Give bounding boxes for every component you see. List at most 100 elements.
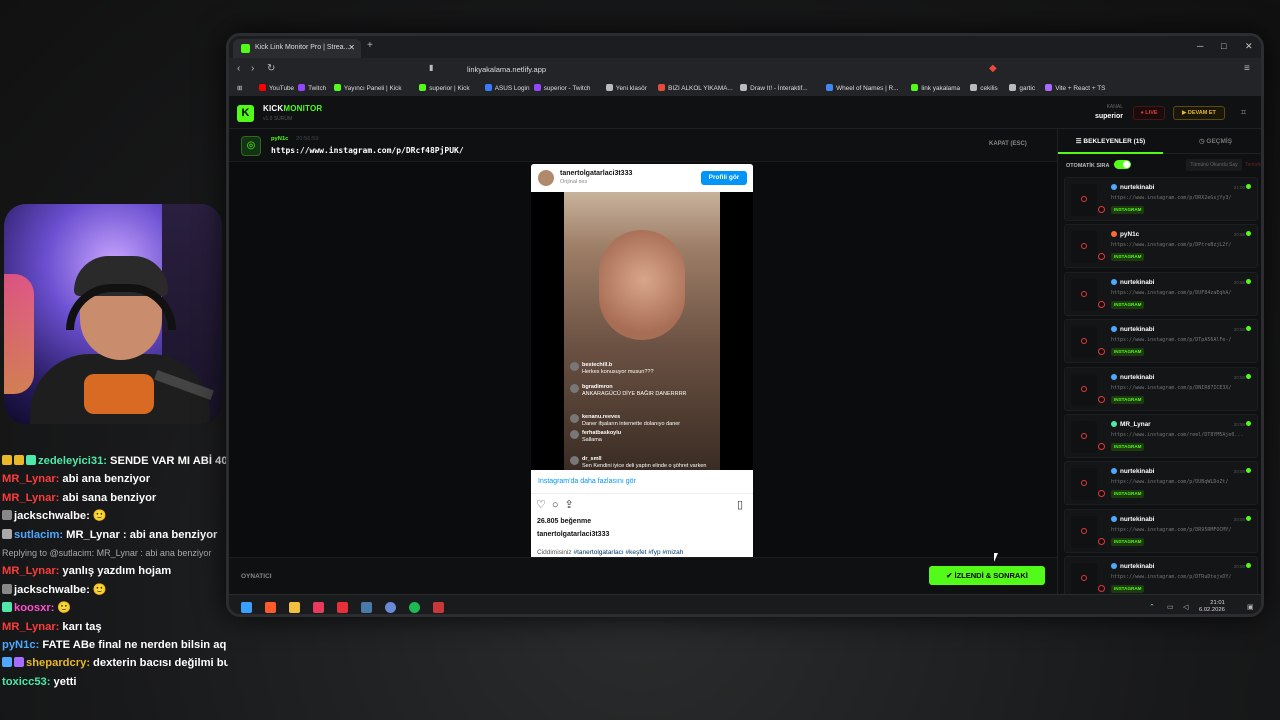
tab-history[interactable]: ◷ GEÇMİŞ [1163, 129, 1261, 154]
queue-item[interactable]: nurtekinabi 20:58 https://www.instagram.co… [1064, 271, 1258, 316]
forward-icon[interactable]: › [251, 63, 254, 74]
chat-username[interactable]: koosxr: [14, 602, 54, 614]
post-username[interactable]: tanertolgatarlaci3t333 [560, 170, 632, 177]
minimize-icon[interactable]: ─ [1197, 41, 1203, 51]
view-profile-button[interactable]: Profili gör [701, 171, 747, 185]
chat-username[interactable]: zedeleyici31: [38, 455, 107, 467]
windows-start-icon[interactable] [241, 602, 252, 613]
notification-icon[interactable]: ▣ [1247, 603, 1254, 611]
brave-icon[interactable] [265, 602, 276, 613]
chat-username[interactable]: MR_Lynar: [2, 473, 59, 485]
like-icon[interactable]: ♡ [536, 499, 552, 511]
save-icon[interactable]: ▯ [737, 498, 743, 511]
close-button[interactable]: KAPAT (ESC) [989, 141, 1027, 147]
bookmark-item[interactable]: link yakalama [911, 84, 960, 92]
live-comment: kenanu.reeves Daner ifşaların internette … [570, 414, 710, 428]
chat-text: FATE ABe final ne nerden bilsin aq [42, 638, 227, 651]
close-tab-icon[interactable]: ✕ [348, 43, 355, 52]
live-button[interactable]: ● LIVE [1133, 106, 1165, 120]
taskbar-clock[interactable]: 21:01 6.02.2026 [1199, 600, 1225, 614]
app-icon[interactable] [313, 602, 324, 613]
address-bar[interactable]: linkyakalama.netlify.app [449, 62, 1009, 76]
bookmark-item[interactable]: BIZI ALKOL YIKAMA... [658, 84, 733, 92]
version: v1.0 SÜRÜM [263, 116, 293, 122]
back-icon[interactable]: ‹ [237, 63, 240, 74]
chat-username[interactable]: jackschwalbe: [14, 510, 90, 522]
network-icon[interactable]: ▭ [1167, 603, 1174, 611]
comment-user: bestechill.b [582, 362, 613, 368]
kick-logo: K [237, 105, 254, 122]
comment-icon[interactable]: ○ [552, 499, 565, 511]
queue-item[interactable]: nurtekinabi 20:58 https://www.instagram.co… [1064, 319, 1258, 364]
clear-button[interactable]: Temizle [1245, 159, 1261, 171]
comment-user: bgradimron [582, 384, 613, 390]
comment-text: ANKARAGÜCÜ DİYE BAĞIR DANERRRR [582, 391, 687, 397]
devam-et-button[interactable]: ▶ DEVAM ET [1173, 106, 1225, 120]
queue-item[interactable]: nurtekinabi 20:58 https://www.instagram.co… [1064, 461, 1258, 506]
tray-chevron-icon[interactable]: ⌃ [1149, 603, 1155, 611]
settings-icon[interactable]: ⌗ [1241, 107, 1246, 118]
bookmark-item[interactable]: YouTube [259, 84, 294, 92]
volume-icon[interactable]: ◁ [1183, 603, 1188, 611]
chat-username[interactable]: sutlacim: [14, 529, 63, 541]
queue-time: 20:58 [1233, 516, 1245, 522]
chat-message: MR_Lynar: abi ana benziyor [2, 470, 228, 488]
share-icon[interactable]: ⇪ [565, 499, 580, 511]
chat-username[interactable]: shepardcry: [26, 657, 90, 669]
chat-text: MR_Lynar : abi ana benziyor [66, 528, 218, 541]
bookmark-item[interactable]: Vite + React + TS [1045, 84, 1105, 92]
folder-icon[interactable] [289, 602, 300, 613]
player-footer: OYNATICI ✔ İZLENDİ & SONRAKİ [229, 557, 1057, 594]
queue-item[interactable]: nurtekinabi 20:58 https://www.instagram.co… [1064, 366, 1258, 411]
see-more-link[interactable]: Instagram'da daha fazlasını gör [531, 470, 753, 494]
queue-item[interactable]: MR_Lynar 20:58 https://www.instagram.com/r… [1064, 414, 1258, 458]
auto-queue-toggle[interactable] [1114, 160, 1131, 169]
bookmark-item[interactable]: ASUS Login [484, 84, 530, 92]
chat-username[interactable]: MR_Lynar: [2, 621, 59, 633]
bookmark-item[interactable]: Yeni klasör [605, 84, 647, 92]
post-video[interactable]: bestechill.b Herkes konusuyor musun??? bgr… [531, 192, 753, 470]
close-window-icon[interactable]: ✕ [1245, 41, 1253, 52]
queue-item[interactable]: pyN1c 20:58 https://www.instagram.com/p/DP… [1064, 224, 1258, 269]
menu-icon[interactable]: ≡ [1244, 63, 1250, 74]
watched-next-button[interactable]: ✔ İZLENDİ & SONRAKİ [929, 566, 1045, 585]
bookmark-item[interactable]: gartic [1009, 84, 1035, 92]
chat-username[interactable]: jackschwalbe: [14, 584, 90, 596]
brave-shield-icon[interactable]: ◆ [989, 63, 997, 74]
chat-username[interactable]: pyN1c: [2, 639, 39, 651]
bookmark-item[interactable]: Twitch [298, 84, 326, 92]
bookmark-item[interactable]: Wheel of Names | R... [826, 84, 898, 92]
queue-item[interactable]: nurtekinabi 21:00 https://www.instagram.co… [1064, 177, 1258, 221]
queue-time: 20:58 [1233, 422, 1245, 427]
spotify-icon[interactable] [409, 602, 420, 613]
app-icon[interactable] [385, 602, 396, 613]
maximize-icon[interactable]: □ [1221, 41, 1226, 51]
chat-username[interactable]: toxicc53: [2, 676, 51, 688]
chat-message: Replying to @sutlacim: MR_Lynar : abi an… [2, 547, 212, 558]
bookmark-item[interactable]: Yayıncı Paneli | Kick [333, 84, 402, 92]
bookmark-item[interactable]: superior - Twitch [533, 84, 590, 92]
chat-username[interactable]: MR_Lynar: [2, 492, 59, 504]
tab-waiting[interactable]: ☰ BEKLEYENLER (15) [1058, 129, 1163, 154]
bookmark-favicon-icon [533, 84, 541, 91]
online-dot-icon [1246, 326, 1251, 332]
bookmark-item[interactable]: cekilis [970, 84, 998, 92]
avatar[interactable] [538, 170, 554, 186]
apps-icon[interactable]: ⊞ [237, 84, 242, 92]
caption-username[interactable]: tanertolgatarlaci3t333 [537, 531, 609, 538]
bookmark-item[interactable]: Draw It! - İnteraktif... [740, 84, 808, 92]
queue-item[interactable]: nurtekinabi 20:58 https://www.instagram.co… [1064, 508, 1258, 553]
bookmark-icon[interactable]: ▮ [429, 63, 433, 72]
bookmark-item[interactable]: superior | Kick [419, 84, 470, 92]
reload-icon[interactable]: ↻ [267, 63, 275, 74]
browser-tab[interactable]: Kick Link Monitor Pro | Strea... ✕ [233, 39, 361, 58]
steam-icon[interactable] [361, 602, 372, 613]
chat-username[interactable]: MR_Lynar: [2, 565, 59, 577]
new-tab-icon[interactable]: + [367, 40, 373, 51]
app-icon[interactable] [433, 602, 444, 613]
queue-time: 20:58 [1233, 374, 1245, 380]
current-url[interactable]: https://www.instagram.com/p/DRcf48PjPUK/ [271, 146, 464, 155]
queue-time: 20:58 [1233, 564, 1245, 570]
mark-all-read-button[interactable]: Tümünü Okundu Say [1186, 159, 1242, 171]
app-icon[interactable] [337, 602, 348, 613]
